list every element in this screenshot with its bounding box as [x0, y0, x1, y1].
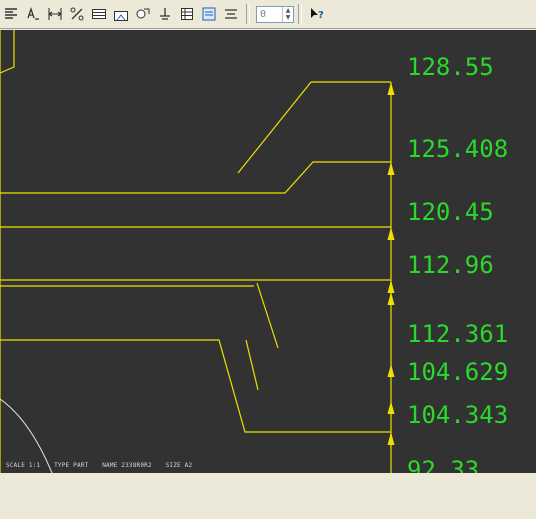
status-type: TYPE PART: [54, 462, 89, 469]
drawing-svg: 128.55 125.408 120.45 112.96 112.361 104…: [0, 30, 508, 473]
value-spinner[interactable]: 0 ▲ ▼: [256, 5, 294, 23]
spinner-up-icon[interactable]: ▲: [283, 7, 293, 15]
drawing-canvas[interactable]: 128.55 125.408 120.45 112.96 112.361 104…: [0, 30, 536, 473]
step-profile-125: [0, 161, 391, 194]
toolbar-separator: [246, 4, 250, 24]
layers-icon[interactable]: [198, 4, 219, 25]
chamfer-line-upper: [237, 81, 312, 174]
hatch-icon[interactable]: [110, 4, 131, 25]
dimension-label: 112.96: [407, 251, 494, 279]
lower-step-profile: [0, 339, 391, 433]
drawing-toolbar: 0 ▲ ▼ ?: [0, 0, 536, 29]
whats-this-help-icon[interactable]: ?: [306, 4, 327, 25]
grid-icon[interactable]: [176, 4, 197, 25]
svg-text:?: ?: [318, 10, 324, 21]
dimension-label: 104.629: [407, 358, 508, 386]
taper-line-a: [256, 282, 279, 349]
dimension-label: 92.33: [407, 456, 479, 473]
status-size: SIZE A2: [165, 462, 193, 469]
spinner-down-icon[interactable]: ▼: [283, 14, 293, 22]
dimension-label: 104.343: [407, 401, 508, 429]
dimension-label: 112.361: [407, 320, 508, 348]
dimension-label: 128.55: [407, 53, 494, 81]
spinner-arrows[interactable]: ▲ ▼: [282, 6, 293, 22]
toolbar-separator: [298, 4, 302, 24]
spinner-value[interactable]: 0: [257, 9, 282, 20]
fraction-icon[interactable]: [66, 4, 87, 25]
symbol-icon[interactable]: [154, 4, 175, 25]
dimension-labels: 128.55 125.408 120.45 112.96 112.361 104…: [407, 53, 508, 473]
dimension-label: 125.408: [407, 135, 508, 163]
window-bottom-area: [0, 473, 536, 519]
text-align-icon[interactable]: [22, 4, 43, 25]
status-name: NAME 2338R0R2: [102, 462, 152, 469]
part-geometry: [0, 30, 392, 473]
align-icon[interactable]: [0, 4, 21, 25]
drawing-status-line: SCALE 1:1 TYPE PART NAME 2338R0R2 SIZE A…: [6, 462, 202, 469]
filter-icon[interactable]: [220, 4, 241, 25]
shapes-icon[interactable]: [132, 4, 153, 25]
corner-outline: [0, 30, 15, 74]
dimension-label: 120.45: [407, 198, 494, 226]
status-scale: SCALE 1:1: [6, 462, 41, 469]
taper-line-b: [245, 339, 259, 391]
dimension-icon[interactable]: [44, 4, 65, 25]
table-icon[interactable]: [88, 4, 109, 25]
